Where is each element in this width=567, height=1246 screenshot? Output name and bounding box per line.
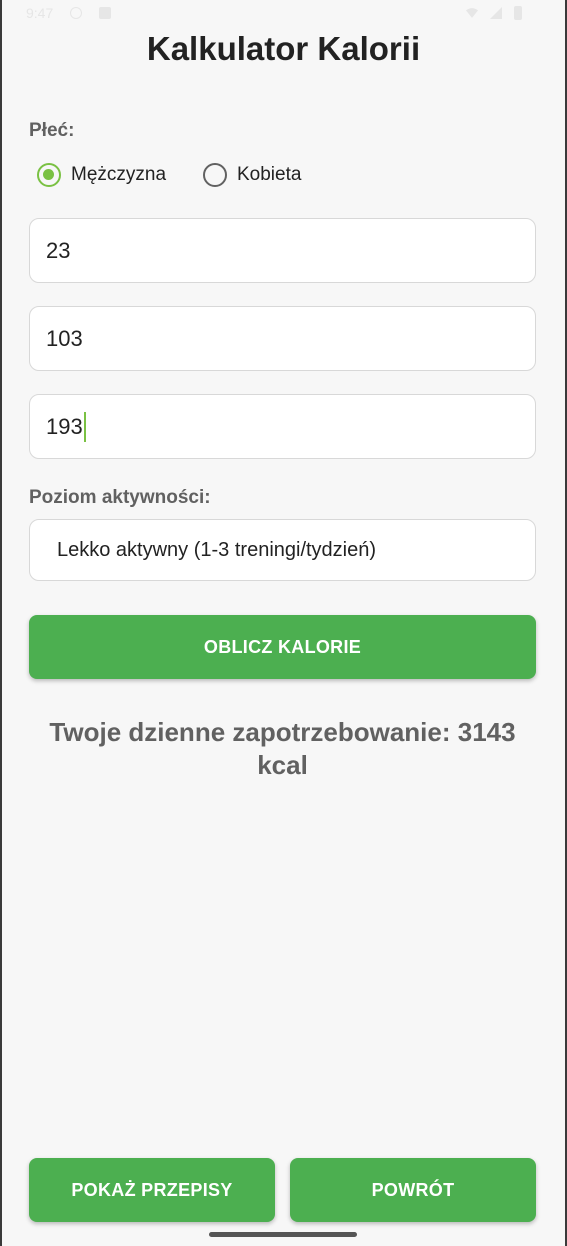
signal-icon	[490, 7, 502, 19]
age-value: 23	[46, 237, 71, 263]
calculate-button[interactable]: OBLICZ KALORIE	[29, 615, 536, 679]
status-bar: 9:47	[0, 0, 567, 30]
weight-value: 103	[46, 325, 83, 351]
back-button[interactable]: POWRÓT	[290, 1158, 536, 1222]
do-not-disturb-icon	[70, 7, 82, 19]
activity-label: Poziom aktywności:	[29, 487, 211, 508]
radio-male-label: Mężczyzna	[71, 164, 167, 185]
radio-unchecked-icon	[203, 163, 227, 187]
radio-male[interactable]: Mężczyzna	[37, 160, 166, 190]
weight-input[interactable]: 103	[29, 306, 536, 371]
battery-icon	[514, 6, 522, 20]
home-indicator[interactable]	[209, 1232, 357, 1237]
result-text: Twoje dzienne zapotrzebowanie: 3143 kcal	[49, 717, 516, 780]
height-input[interactable]: 193	[29, 394, 536, 459]
text-cursor	[83, 411, 86, 442]
page-title: Kalkulator Kalorii	[146, 30, 421, 67]
radio-female[interactable]: Kobieta	[203, 160, 301, 190]
wifi-icon	[466, 8, 478, 18]
show-recipes-button[interactable]: POKAŻ PRZEPISY	[29, 1158, 275, 1222]
height-value: 193	[46, 413, 83, 439]
age-input[interactable]: 23	[29, 218, 536, 283]
activity-select[interactable]: Lekko aktywny (1-3 treningi/tydzień)	[29, 519, 536, 581]
activity-selected-value: Lekko aktywny (1-3 treningi/tydzień)	[57, 538, 377, 561]
radio-female-label: Kobieta	[237, 164, 302, 185]
gender-label: Płeć:	[29, 120, 75, 141]
status-time: 9:47	[26, 5, 54, 21]
radio-checked-icon	[37, 163, 61, 187]
app-notification-icon	[99, 7, 111, 19]
